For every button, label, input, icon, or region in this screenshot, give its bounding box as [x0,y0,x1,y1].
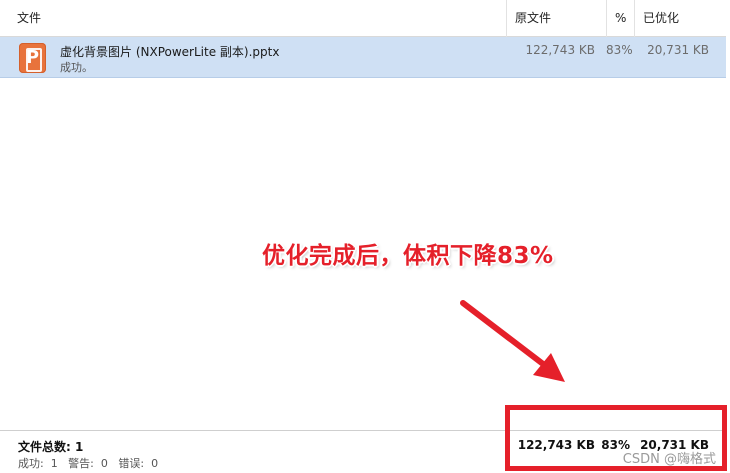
column-header-optimized[interactable]: 已优化 [634,0,726,37]
file-name: 虚化背景图片 (NXPowerLite 副本).pptx [60,45,280,59]
annotation-text: 优化完成后，体积下降83% [262,243,554,269]
file-list-header: 文件 原文件 % 已优化 [0,0,726,37]
file-original-size: 122,743 KB [525,43,595,57]
file-row[interactable]: P 虚化背景图片 (NXPowerLite 副本).pptx 成功。 122,7… [0,37,726,78]
result-stats: 成功: 1 警告: 0 错误: 0 [18,457,159,470]
watermark: CSDN @嗨格式 [622,452,716,467]
file-status: 成功。 [60,61,93,74]
column-header-percent[interactable]: % [606,0,634,37]
file-percent: 83% [606,43,633,57]
annotation-arrow-icon [460,300,565,382]
file-optimized-size: 20,731 KB [647,43,709,57]
total-files-label: 文件总数: 1 [18,440,84,454]
powerpoint-file-icon: P [19,43,46,73]
column-header-file[interactable]: 文件 [10,0,506,37]
column-header-original[interactable]: 原文件 [506,0,606,37]
